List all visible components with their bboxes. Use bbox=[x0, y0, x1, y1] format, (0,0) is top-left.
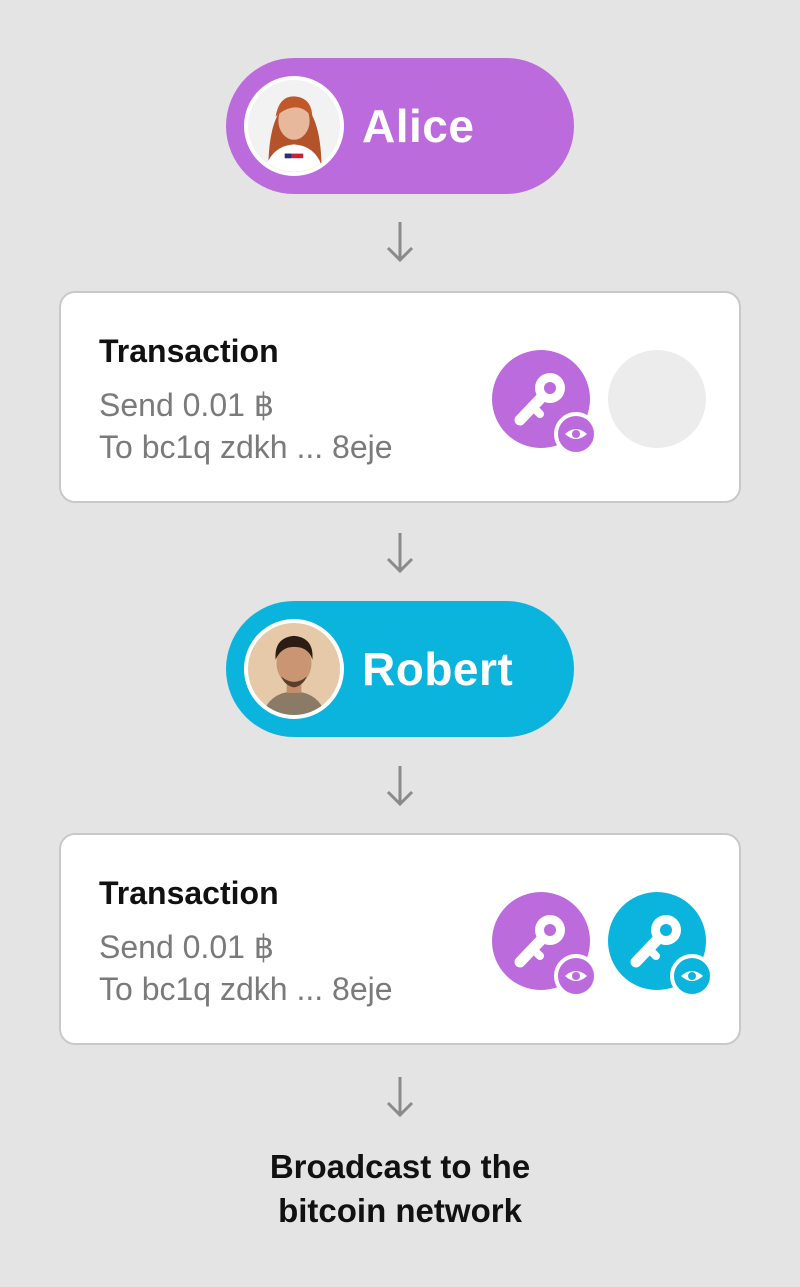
robert-signature bbox=[608, 892, 714, 998]
transaction-title: Transaction bbox=[99, 875, 279, 911]
eye-icon bbox=[558, 958, 594, 994]
alice-pill: Alice bbox=[226, 58, 574, 194]
robert-avatar bbox=[244, 619, 344, 719]
alice-avatar bbox=[244, 76, 344, 176]
robert-pill: Robert bbox=[226, 601, 574, 737]
transaction-title: Transaction bbox=[99, 333, 279, 369]
broadcast-line-2: bitcoin network bbox=[278, 1192, 522, 1229]
robert-name: Robert bbox=[362, 643, 514, 695]
eye-badge bbox=[554, 412, 598, 456]
broadcast-line-1: Broadcast to the bbox=[269, 1148, 531, 1185]
arrow-down-icon bbox=[386, 533, 414, 574]
transaction-recipient: To bc1q zdkh ... 8eje bbox=[99, 971, 393, 1007]
arrow-down-icon bbox=[386, 766, 414, 807]
eye-badge bbox=[670, 954, 714, 998]
alice-signature bbox=[492, 892, 598, 998]
eye-badge bbox=[554, 954, 598, 998]
broadcast-label: Broadcast to the bitcoin network bbox=[0, 1145, 800, 1233]
transaction-recipient: To bc1q zdkh ... 8eje bbox=[99, 429, 393, 465]
transaction-card-2: Transaction Send 0.01 ฿ To bc1q zdkh ...… bbox=[59, 833, 741, 1045]
alice-signature bbox=[492, 350, 598, 456]
transaction-amount: Send 0.01 ฿ bbox=[99, 387, 275, 423]
transaction-card-1: Transaction Send 0.01 ฿ To bc1q zdkh ...… bbox=[59, 291, 741, 503]
eye-icon bbox=[558, 416, 594, 452]
empty-signature-slot bbox=[608, 350, 706, 448]
eye-icon bbox=[674, 958, 710, 994]
alice-name: Alice bbox=[362, 100, 475, 152]
arrow-down-icon bbox=[386, 222, 414, 263]
arrow-down-icon bbox=[386, 1077, 414, 1118]
transaction-amount: Send 0.01 ฿ bbox=[99, 929, 275, 965]
